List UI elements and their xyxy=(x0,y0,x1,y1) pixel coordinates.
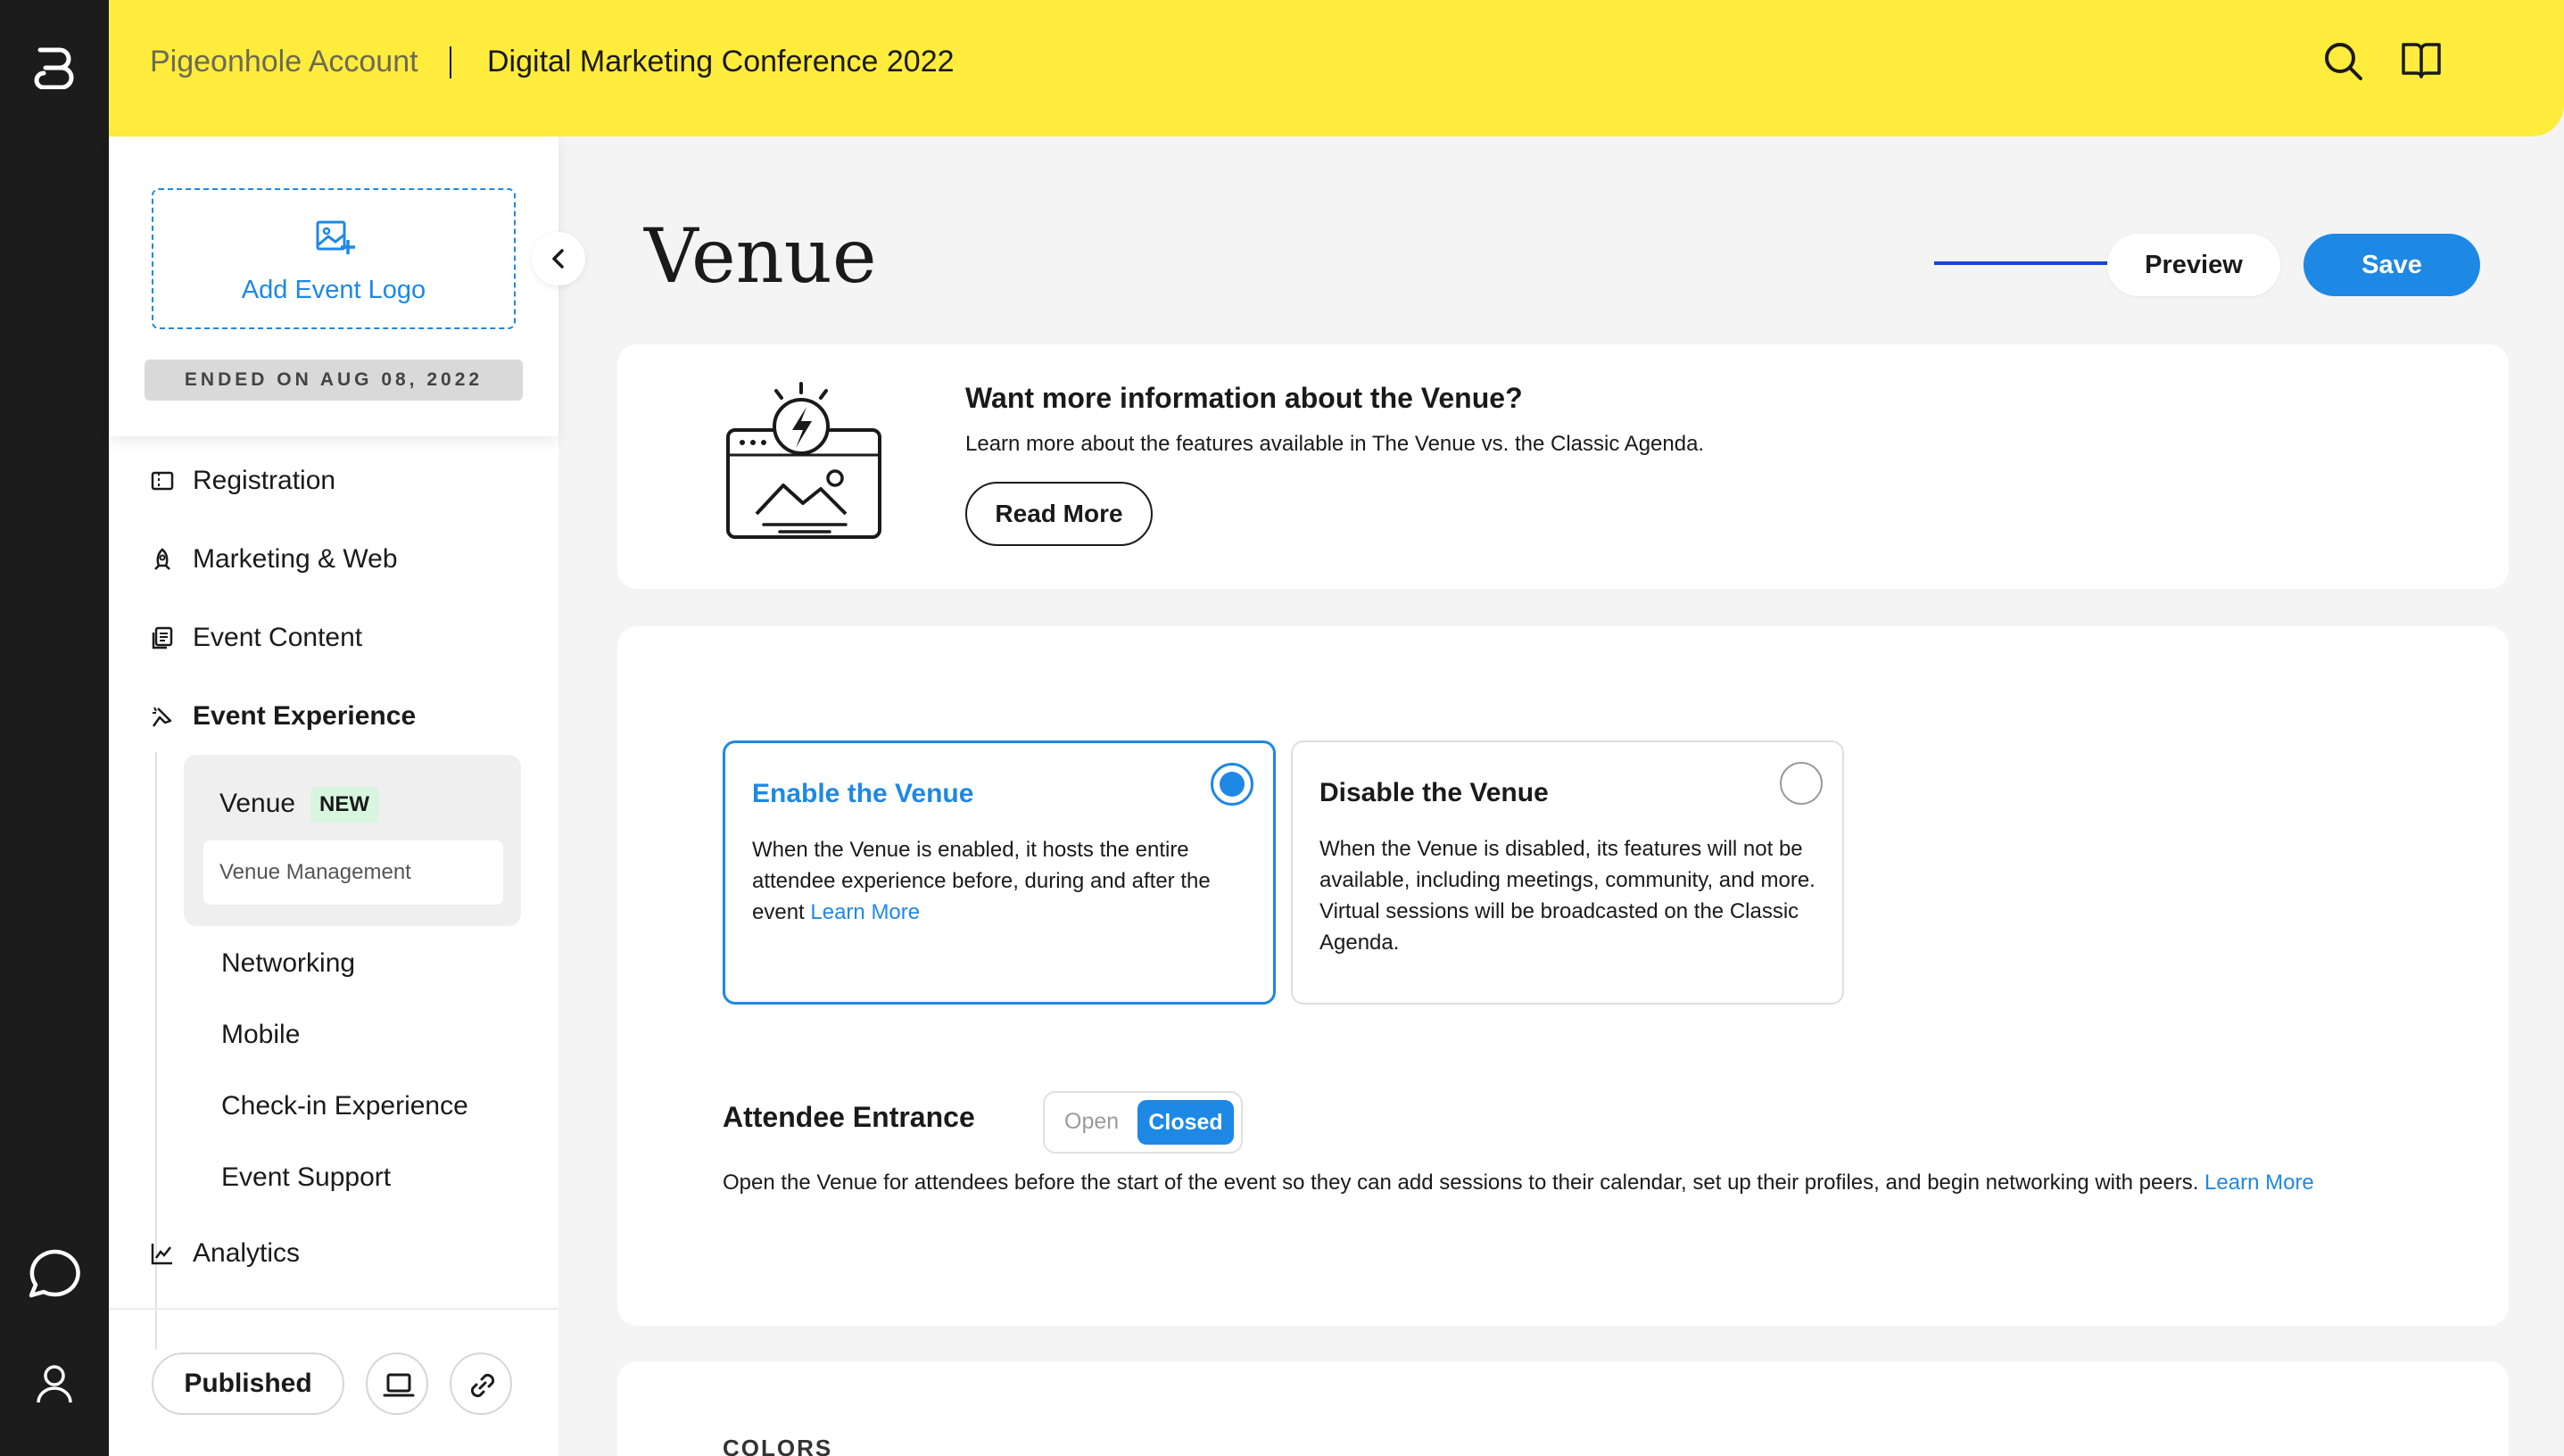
attendee-entrance-description: Open the Venue for attendees before the … xyxy=(723,1171,2418,1195)
sidebar-divider xyxy=(109,1308,558,1310)
top-header: Pigeonhole Account Digital Marketing Con… xyxy=(109,0,2564,136)
info-heading: Want more information about the Venue? xyxy=(965,382,1523,414)
account-link[interactable]: Pigeonhole Account xyxy=(150,45,418,79)
enable-venue-radio[interactable] xyxy=(1211,763,1253,806)
collapse-sidebar-button[interactable] xyxy=(532,232,585,285)
chat-icon[interactable] xyxy=(26,1247,83,1301)
nav-event-experience[interactable]: Event Experience xyxy=(150,697,416,736)
published-status-button[interactable]: Published xyxy=(152,1353,344,1415)
venue-nav-group: Venue NEW Venue Management xyxy=(184,755,521,926)
entrance-learn-more-link[interactable]: Learn More xyxy=(2204,1171,2314,1195)
preview-laptop-button[interactable] xyxy=(366,1353,428,1415)
nav-event-support[interactable]: Event Support xyxy=(221,1162,391,1193)
event-title[interactable]: Digital Marketing Conference 2022 xyxy=(487,45,955,79)
entrance-closed-option[interactable]: Closed xyxy=(1137,1100,1234,1145)
nav-registration-label: Registration xyxy=(193,466,336,495)
chevron-left-icon xyxy=(552,249,564,269)
attendee-entrance-toggle: Open Closed xyxy=(1043,1091,1243,1154)
nav-experience-label: Event Experience xyxy=(193,701,417,731)
enable-venue-option[interactable]: Enable the Venue When the Venue is enabl… xyxy=(723,740,1276,1005)
entrance-description-text: Open the Venue for attendees before the … xyxy=(723,1171,2199,1195)
enable-venue-text: When the Venue is enabled, it hosts the … xyxy=(752,834,1261,928)
nav-venue-management[interactable]: Venue Management xyxy=(203,840,503,905)
info-text: Learn more about the features available … xyxy=(965,432,1705,456)
analytics-chart-icon xyxy=(151,1244,172,1265)
nav-analytics-label: Analytics xyxy=(193,1238,301,1268)
enable-venue-title: Enable the Venue xyxy=(752,779,974,808)
disable-venue-radio[interactable] xyxy=(1780,762,1823,805)
enable-learn-more-link[interactable]: Learn More xyxy=(810,900,920,924)
entrance-open-option[interactable]: Open xyxy=(1064,1109,1119,1135)
search-icon[interactable] xyxy=(2321,39,2364,82)
save-button[interactable]: Save xyxy=(2303,234,2480,296)
nav-event-content[interactable]: Event Content xyxy=(150,618,362,658)
add-event-logo-label: Add Event Logo xyxy=(241,276,426,304)
page-title: Venue xyxy=(644,212,877,300)
colors-card: COLORS xyxy=(617,1361,2509,1456)
read-more-button[interactable]: Read More xyxy=(965,482,1153,546)
user-profile-icon[interactable] xyxy=(36,1363,73,1404)
link-icon xyxy=(470,1373,495,1398)
event-ended-badge: ENDED ON AUG 08, 2022 xyxy=(145,360,523,401)
colors-section-label: COLORS xyxy=(723,1435,833,1456)
disable-venue-option[interactable]: Disable the Venue When the Venue is disa… xyxy=(1291,740,1844,1005)
nav-checkin-experience[interactable]: Check-in Experience xyxy=(221,1091,468,1121)
sparkle-pin-icon xyxy=(152,707,172,727)
sidebar: Add Event Logo ENDED ON AUG 08, 2022 Reg… xyxy=(109,136,558,1456)
nav-registration[interactable]: Registration xyxy=(150,461,335,500)
new-badge: NEW xyxy=(310,787,378,823)
nav-marketing-web[interactable]: Marketing & Web xyxy=(150,540,398,579)
disable-venue-text: When the Venue is disabled, its features… xyxy=(1319,837,1815,955)
nav-analytics[interactable]: Analytics xyxy=(150,1234,300,1273)
header-divider xyxy=(450,46,451,79)
event-logo-card: Add Event Logo ENDED ON AUG 08, 2022 xyxy=(109,136,558,436)
ticket-icon xyxy=(151,471,174,491)
app-rail xyxy=(0,0,109,1456)
app-logo-icon[interactable] xyxy=(33,43,76,89)
venue-settings-card: Enable the Venue When the Venue is enabl… xyxy=(617,626,2509,1326)
rocket-icon xyxy=(154,548,170,570)
content-pages-icon xyxy=(152,626,173,649)
docs-book-icon[interactable] xyxy=(2400,41,2443,80)
nav-networking[interactable]: Networking xyxy=(221,948,355,979)
venue-info-card: Want more information about the Venue? L… xyxy=(617,344,2509,589)
copy-link-button[interactable] xyxy=(450,1353,512,1415)
nav-marketing-label: Marketing & Web xyxy=(193,544,398,574)
add-image-icon xyxy=(316,220,355,254)
nav-content-label: Event Content xyxy=(193,623,363,652)
preview-button[interactable]: Preview xyxy=(2107,234,2280,296)
venue-illustration-icon xyxy=(726,382,881,539)
disable-venue-title: Disable the Venue xyxy=(1319,778,1549,807)
nav-venue[interactable]: Venue xyxy=(219,789,295,819)
attendee-entrance-label: Attendee Entrance xyxy=(723,1101,975,1133)
add-event-logo-button[interactable]: Add Event Logo xyxy=(152,188,516,329)
laptop-icon xyxy=(383,1373,415,1397)
nav-mobile[interactable]: Mobile xyxy=(221,1020,300,1050)
